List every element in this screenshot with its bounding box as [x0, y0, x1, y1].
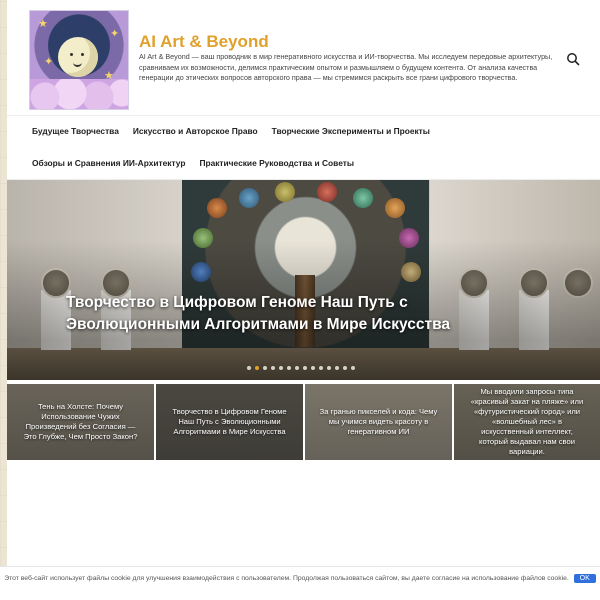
card-title: За гранью пикселей и кода: Чему мы учимс…	[319, 407, 438, 436]
hero-slider[interactable]: Творчество в Цифровом Геноме Наш Путь с …	[7, 180, 600, 380]
slider-pagination	[247, 366, 355, 370]
slider-dot[interactable]	[287, 366, 291, 370]
slider-dot[interactable]	[327, 366, 331, 370]
site-title[interactable]: AI Art & Beyond	[139, 32, 269, 52]
card-title: Творчество в Цифровом Геноме Наш Путь с …	[172, 407, 287, 436]
nav-item-reviews[interactable]: Обзоры и Сравнения ИИ-Архитектур	[25, 158, 192, 168]
slider-dot[interactable]	[343, 366, 347, 370]
cookie-banner: Этот веб-сайт использует файлы cookie дл…	[0, 566, 600, 600]
search-button[interactable]	[566, 52, 580, 66]
featured-card[interactable]: За гранью пикселей и кода: Чему мы учимс…	[305, 384, 452, 460]
slider-dot[interactable]	[319, 366, 323, 370]
slider-dot[interactable]	[351, 366, 355, 370]
hero-title[interactable]: Творчество в Цифровом Геноме Наш Путь с …	[66, 292, 536, 336]
star-icon: ★	[38, 18, 48, 30]
hero-overlay	[7, 180, 600, 380]
nav-item-guides[interactable]: Практические Руководства и Советы	[192, 158, 361, 168]
cookie-text: Этот веб-сайт использует файлы cookie дл…	[4, 575, 569, 582]
page: ★ ✦ ✦ ★ AI Art & Beyond AI Art & Beyond …	[7, 0, 600, 600]
featured-card[interactable]: Тень на Холсте: Почему Использование Чуж…	[7, 384, 154, 460]
slider-dot[interactable]	[335, 366, 339, 370]
featured-cards: Тень на Холсте: Почему Использование Чуж…	[7, 384, 600, 460]
site-header: ★ ✦ ✦ ★ AI Art & Beyond AI Art & Beyond …	[7, 0, 600, 116]
moon-icon	[58, 37, 98, 77]
nav-item-future[interactable]: Будущее Творчества	[25, 126, 126, 136]
slider-dot[interactable]	[311, 366, 315, 370]
slider-dot[interactable]	[263, 366, 267, 370]
featured-card[interactable]: Творчество в Цифровом Геноме Наш Путь с …	[156, 384, 303, 460]
star-icon: ✦	[110, 28, 120, 40]
slider-dot[interactable]	[295, 366, 299, 370]
site-description: AI Art & Beyond — ваш проводник в мир ге…	[139, 52, 553, 82]
cookie-ok-button[interactable]: OK	[573, 573, 596, 583]
card-title: Мы вводили запросы типа «красивый закат …	[470, 387, 584, 456]
nav-row-1: Будущее Творчества Искусство и Авторское…	[25, 116, 437, 146]
slider-dot[interactable]	[279, 366, 283, 370]
featured-card[interactable]: Мы вводили запросы типа «красивый закат …	[454, 384, 600, 460]
slider-dot[interactable]	[247, 366, 251, 370]
content-area	[7, 466, 600, 560]
nav-row-2: Обзоры и Сравнения ИИ-Архитектур Практич…	[25, 148, 361, 178]
main-navigation: Будущее Творчества Искусство и Авторское…	[7, 116, 600, 180]
clouds-decoration	[30, 79, 128, 109]
slider-dot[interactable]	[271, 366, 275, 370]
nav-item-experiments[interactable]: Творческие Эксперименты и Проекты	[265, 126, 437, 136]
slider-dot[interactable]	[255, 366, 259, 370]
site-logo[interactable]: ★ ✦ ✦ ★	[29, 10, 129, 110]
star-icon: ✦	[44, 56, 54, 68]
card-title: Тень на Холсте: Почему Использование Чуж…	[23, 402, 138, 441]
search-icon	[567, 53, 580, 66]
nav-item-copyright[interactable]: Искусство и Авторское Право	[126, 126, 265, 136]
slider-dot[interactable]	[303, 366, 307, 370]
